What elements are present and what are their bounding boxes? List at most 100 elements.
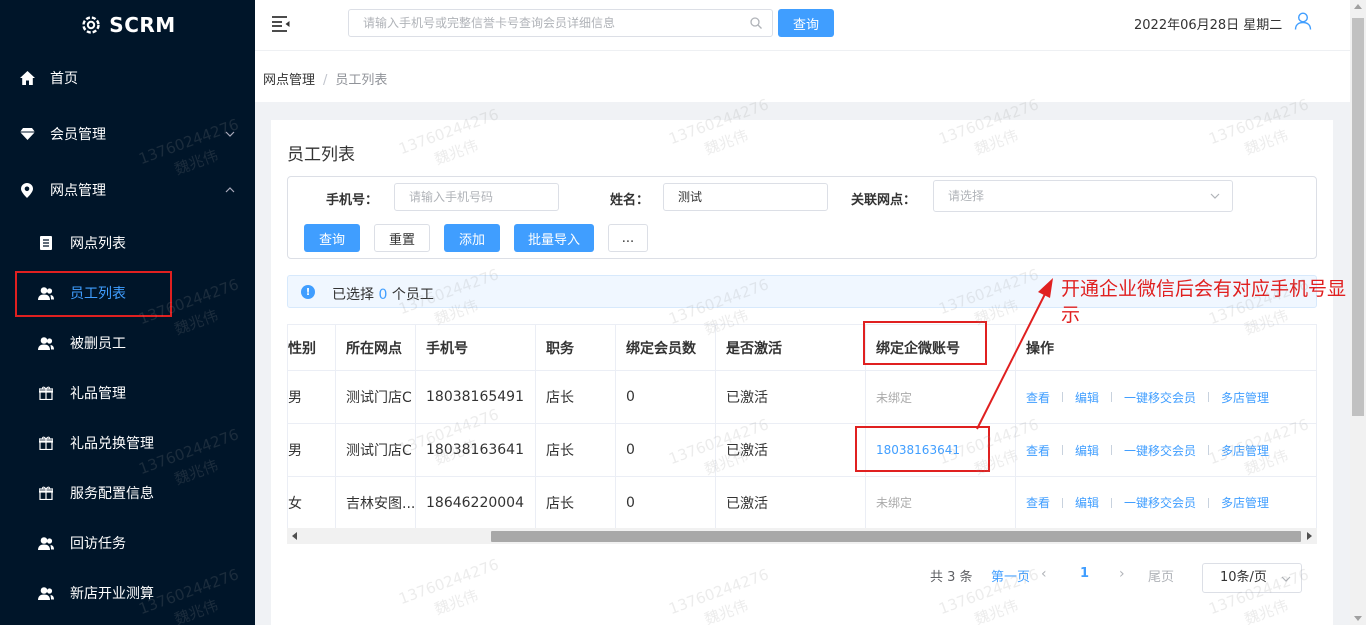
more-button[interactable]: ... — [608, 224, 648, 252]
sidebar: SCRM 首页 会员管理 网点管理 网点列表 员工列表 被删员工 礼品管理 礼品… — [0, 0, 255, 625]
transfer-members-link[interactable]: 一键移交会员 — [1124, 442, 1196, 459]
column-header-gender: 性别 — [288, 325, 336, 371]
transfer-members-link[interactable]: 一键移交会员 — [1124, 494, 1196, 511]
phone-filter-placeholder: 请输入手机号码 — [409, 190, 494, 204]
sidebar-item-label: 被删员工 — [70, 336, 126, 352]
breadcrumb-bar: 网点管理 / 员工列表 — [255, 50, 1350, 102]
column-header-activated: 是否激活 — [716, 325, 866, 371]
scrollbar-thumb[interactable] — [491, 531, 1301, 542]
breadcrumb: 网点管理 / 员工列表 — [263, 69, 387, 88]
pagination-prev-icon[interactable]: ‹ — [1041, 566, 1047, 582]
document-icon — [38, 235, 54, 251]
pagination-first-page[interactable]: 第一页 — [991, 566, 1030, 585]
table-horizontal-scrollbar[interactable] — [287, 528, 1317, 544]
current-date: 2022年06月28日 星期二 — [1134, 18, 1283, 33]
scroll-down-arrow-icon[interactable] — [1354, 616, 1362, 621]
annotation-header-highlight-box — [863, 321, 987, 365]
sidebar-item-label: 网点管理 — [50, 183, 106, 199]
add-button[interactable]: 添加 — [444, 224, 500, 252]
location-icon — [19, 182, 35, 198]
column-header-actions: 操作 — [1016, 325, 1316, 371]
edit-action-link[interactable]: 编辑 — [1075, 389, 1099, 406]
cell-role: 店长 — [536, 477, 616, 529]
cell-gender: 男 — [288, 371, 336, 424]
page-size-select[interactable]: 10条/页 — [1202, 563, 1302, 593]
cell-actions: 查看 编辑 一键移交会员 多店管理 — [1016, 477, 1316, 529]
users-icon — [38, 585, 54, 601]
member-search-input[interactable]: 请输入手机号或完整信誉卡号查询会员详细信息 — [348, 9, 773, 37]
breadcrumb-current: 员工列表 — [335, 73, 388, 88]
transfer-members-link[interactable]: 一键移交会员 — [1124, 389, 1196, 406]
users-icon — [38, 335, 54, 351]
view-action-link[interactable]: 查看 — [1026, 389, 1050, 406]
sidebar-item-label: 新店开业测算 — [70, 586, 154, 602]
scroll-left-arrow-icon[interactable] — [292, 532, 297, 540]
cell-phone: 18646220004 — [416, 477, 536, 529]
outlet-select-placeholder: 请选择 — [948, 189, 985, 203]
cell-outlet: 吉林安图... — [336, 477, 416, 529]
cell-role: 店长 — [536, 371, 616, 424]
sidebar-item-home[interactable]: 首页 — [0, 53, 255, 103]
sidebar-subitem-new-store[interactable]: 新店开业测算 — [0, 568, 255, 618]
sidebar-item-label: 回访任务 — [70, 536, 126, 552]
batch-import-button[interactable]: 批量导入 — [514, 224, 594, 252]
chevron-up-icon — [225, 187, 235, 193]
pagination-current-page[interactable]: 1 — [1080, 566, 1089, 581]
sidebar-subitem-gift-exchange[interactable]: 礼品兑换管理 — [0, 418, 255, 468]
chevron-down-icon — [1281, 576, 1291, 582]
edit-action-link[interactable]: 编辑 — [1075, 494, 1099, 511]
selection-text: 已选择 0 个员工 — [332, 284, 434, 304]
query-button[interactable]: 查询 — [304, 224, 360, 252]
column-header-role: 职务 — [536, 325, 616, 371]
page-title: 员工列表 — [287, 145, 355, 165]
multi-store-link[interactable]: 多店管理 — [1221, 389, 1269, 406]
sidebar-subitem-gifts[interactable]: 礼品管理 — [0, 368, 255, 418]
sidebar-subitem-service-config[interactable]: 服务配置信息 — [0, 468, 255, 518]
pagination-next-icon[interactable]: › — [1119, 566, 1125, 582]
staff-table: 性别 所在网点 手机号 职务 绑定会员数 是否激活 绑定企微账号 操作 男 测试… — [287, 324, 1317, 529]
chevron-down-icon — [225, 131, 235, 137]
outlet-select[interactable]: 请选择 — [933, 180, 1233, 212]
cell-activated: 已激活 — [716, 477, 866, 529]
page-vertical-scrollbar[interactable] — [1350, 0, 1366, 625]
cell-actions: 查看 编辑 一键移交会员 多店管理 — [1016, 424, 1316, 477]
cell-member-count: 0 — [616, 477, 716, 529]
cell-actions: 查看 编辑 一键移交会员 多店管理 — [1016, 371, 1316, 424]
breadcrumb-parent[interactable]: 网点管理 — [263, 73, 315, 88]
staff-list-card: 员工列表 手机号： 请输入手机号码 姓名： 测试 关联网点： 请选择 查询 重置… — [271, 120, 1333, 625]
multi-store-link[interactable]: 多店管理 — [1221, 494, 1269, 511]
column-header-member-count: 绑定会员数 — [616, 325, 716, 371]
sidebar-item-outlets[interactable]: 网点管理 — [0, 165, 255, 215]
sidebar-item-label: 服务配置信息 — [70, 486, 154, 502]
sidebar-subitem-outlet-list[interactable]: 网点列表 — [0, 218, 255, 268]
cell-outlet: 测试门店C — [336, 371, 416, 424]
name-filter-label: 姓名： — [610, 193, 650, 208]
header-search-button[interactable]: 查询 — [778, 9, 834, 37]
multi-store-link[interactable]: 多店管理 — [1221, 442, 1269, 459]
user-icon[interactable] — [1294, 12, 1312, 30]
chevron-down-icon — [1210, 193, 1220, 199]
sidebar-subitem-return-visit[interactable]: 回访任务 — [0, 518, 255, 568]
scroll-up-arrow-icon[interactable] — [1354, 4, 1362, 9]
cell-role: 店长 — [536, 424, 616, 477]
sidebar-subitem-deleted-staff[interactable]: 被删员工 — [0, 318, 255, 368]
annotation-note: 开通企业微信后会有对应手机号显示 — [1061, 278, 1347, 326]
pagination-last-page[interactable]: 尾页 — [1148, 566, 1174, 585]
scrollbar-thumb[interactable] — [1352, 18, 1364, 416]
users-icon — [38, 535, 54, 551]
annotation-highlight-box — [15, 271, 172, 317]
reset-button[interactable]: 重置 — [374, 224, 430, 252]
gift-icon — [38, 435, 54, 451]
top-header: 请输入手机号或完整信誉卡号查询会员详细信息 查询 2022年06月28日 星期二 — [255, 0, 1350, 50]
edit-action-link[interactable]: 编辑 — [1075, 442, 1099, 459]
phone-filter-input[interactable]: 请输入手机号码 — [394, 183, 559, 211]
name-filter-input[interactable]: 测试 — [663, 183, 828, 211]
scroll-right-arrow-icon[interactable] — [1307, 532, 1312, 540]
menu-toggle-icon[interactable] — [272, 16, 290, 32]
app-logo[interactable]: SCRM — [0, 0, 255, 50]
view-action-link[interactable]: 查看 — [1026, 494, 1050, 511]
sidebar-item-members[interactable]: 会员管理 — [0, 109, 255, 159]
view-action-link[interactable]: 查看 — [1026, 442, 1050, 459]
cell-gender: 男 — [288, 424, 336, 477]
selection-suffix: 个员工 — [391, 287, 434, 303]
